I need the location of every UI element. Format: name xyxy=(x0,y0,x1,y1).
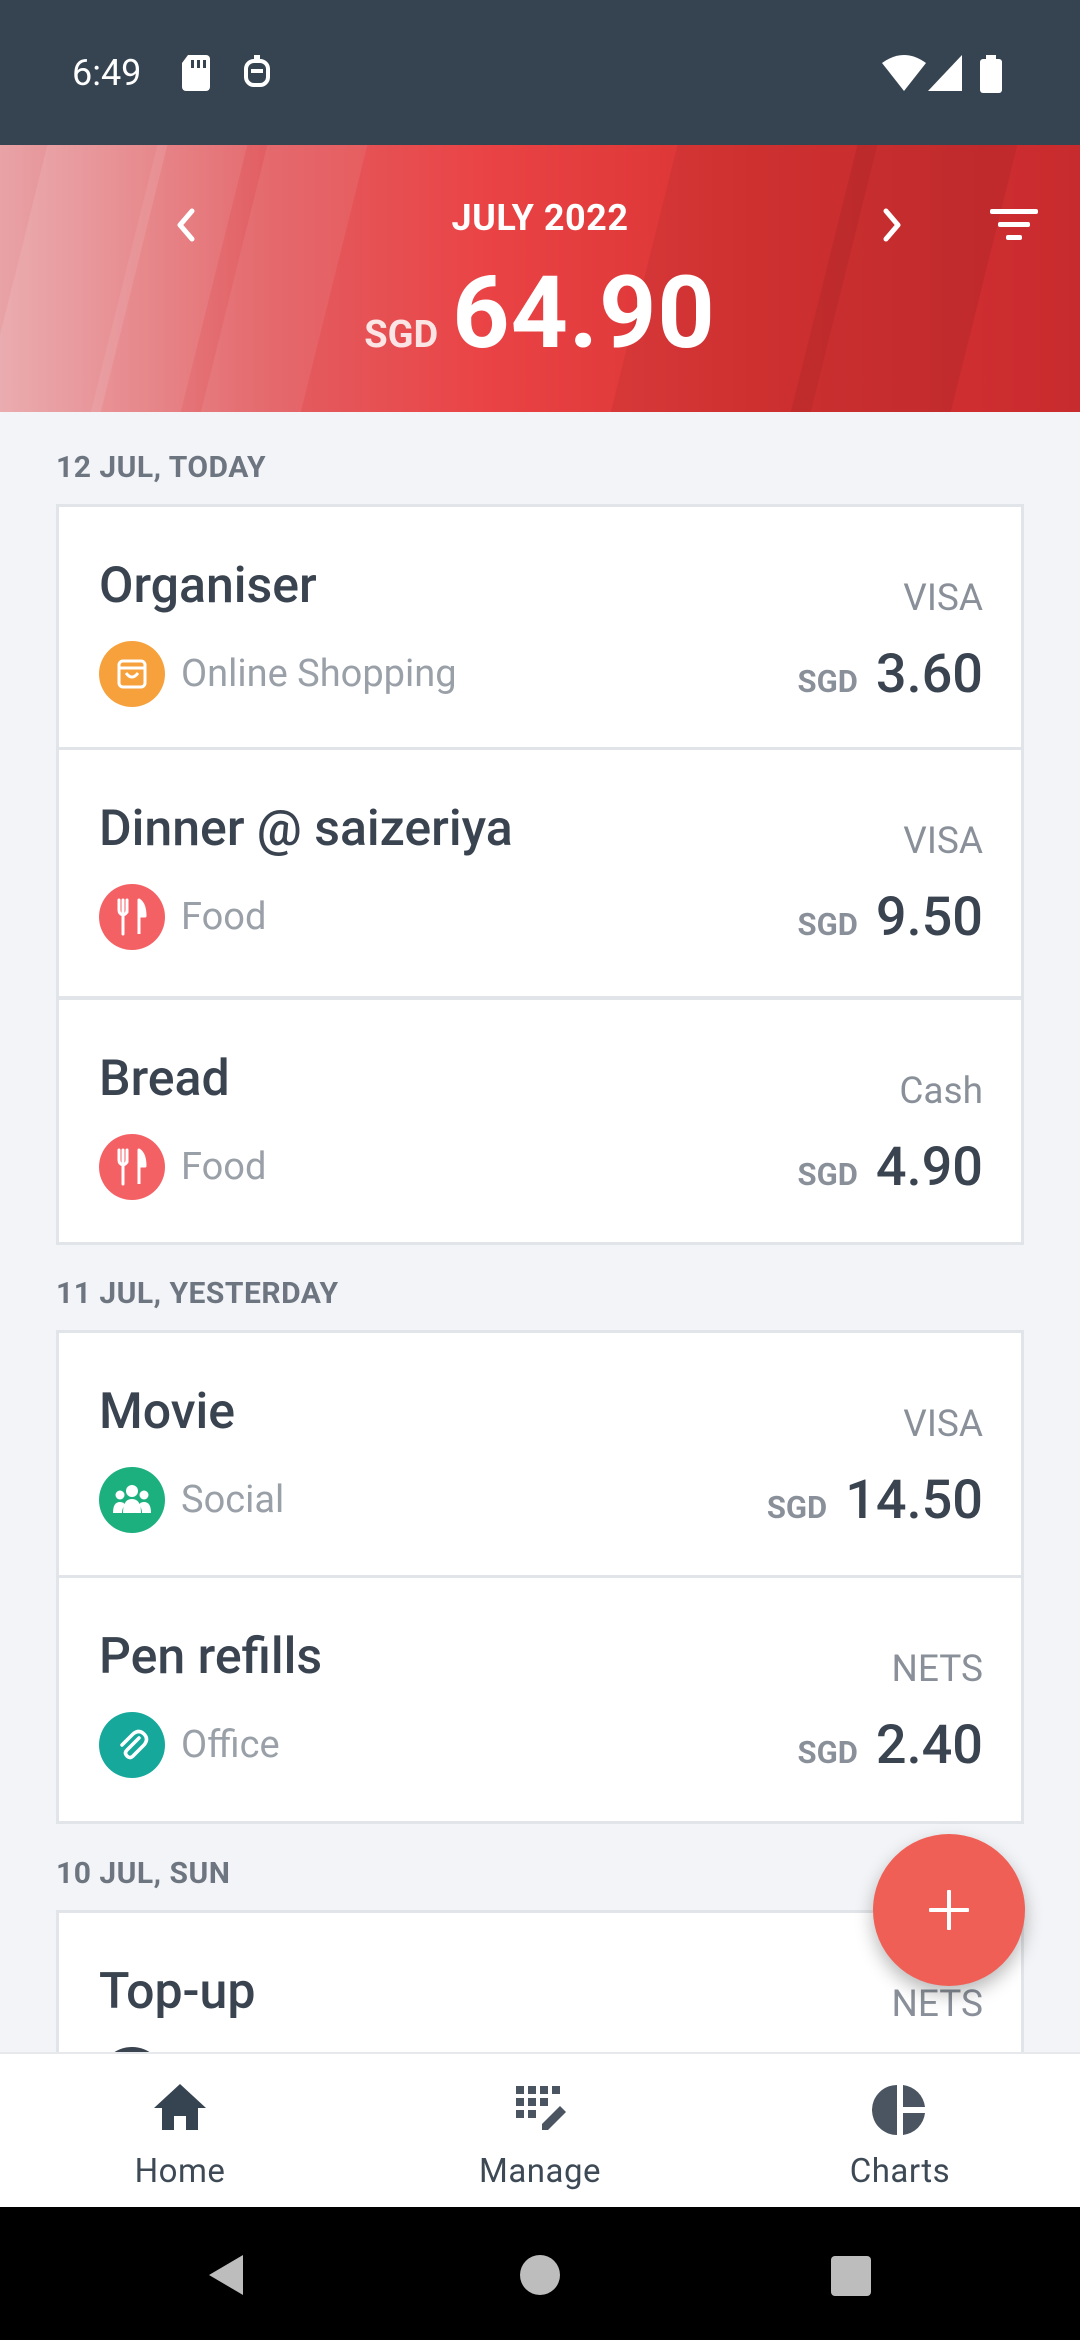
transaction-category: Food xyxy=(99,1134,266,1200)
utensils-icon xyxy=(99,884,165,950)
plus-icon xyxy=(929,1890,969,1930)
transaction-account: VISA xyxy=(903,1403,983,1446)
transaction-title: Organiser xyxy=(99,557,317,615)
amount-value: 9.50 xyxy=(875,886,983,949)
transaction-account: NETS xyxy=(891,1983,983,2026)
transaction-account: VISA xyxy=(903,577,983,620)
amount-value: 3.60 xyxy=(875,643,983,706)
nav-home-label: Home xyxy=(134,2152,226,2191)
month-total: SGD 64.90 xyxy=(0,255,1080,372)
date-group-label: 12 JUL, TODAY xyxy=(56,450,267,485)
category-label: Food xyxy=(181,895,267,939)
utensils-icon xyxy=(99,1134,165,1200)
amount-currency: SGD xyxy=(766,1489,828,1526)
transaction-amount: SGD 4.90 xyxy=(798,1136,983,1199)
transaction-account: NETS xyxy=(891,1648,983,1691)
transaction-category: Social xyxy=(99,1467,284,1533)
transaction-category: Food xyxy=(99,884,266,950)
amount-value: 2.40 xyxy=(875,1714,983,1777)
next-month-button[interactable] xyxy=(862,195,922,255)
transaction-list[interactable]: 12 JUL, TODAY Organiser VISA Online Shop… xyxy=(0,412,1080,2052)
transaction-amount: SGD 2.40 xyxy=(798,1714,983,1777)
amount-value: 14.50 xyxy=(845,1469,983,1532)
amount-currency: SGD xyxy=(797,906,858,943)
transaction-card[interactable]: Movie VISA Social SGD 14.50 xyxy=(56,1330,1024,1578)
status-time: 6:49 xyxy=(72,52,142,94)
month-header: JULY 2022 SGD 64.90 xyxy=(0,145,1080,412)
recents-icon[interactable] xyxy=(830,2255,872,2297)
amount-currency: SGD xyxy=(797,1734,858,1771)
total-currency: SGD xyxy=(364,313,439,357)
transaction-card[interactable]: Pen refills NETS Office SGD 2.40 xyxy=(56,1575,1024,1824)
transaction-title: Top-up xyxy=(99,1963,256,2021)
transaction-amount: SGD 3.60 xyxy=(798,643,983,706)
system-navigation-bar xyxy=(0,2207,1080,2340)
home-circle-icon[interactable] xyxy=(518,2253,562,2297)
paperclip-icon xyxy=(99,1712,165,1778)
status-bar: 6:49 xyxy=(0,0,1080,145)
amount-currency: SGD xyxy=(797,663,858,700)
battery-icon xyxy=(980,55,1002,93)
category-label: Food xyxy=(181,1145,267,1189)
category-label: Online Shopping xyxy=(181,652,457,696)
transaction-category: Online Shopping xyxy=(99,641,457,707)
manage-icon xyxy=(516,2086,566,2130)
date-group-label: 10 JUL, SUN xyxy=(56,1856,231,1891)
notification-icon xyxy=(244,55,270,87)
transaction-card[interactable]: Bread Cash Food SGD 4.90 xyxy=(56,997,1024,1245)
home-icon xyxy=(154,2084,206,2130)
nav-charts-label: Charts xyxy=(849,2152,951,2191)
total-amount: 64.90 xyxy=(452,255,716,372)
transaction-category: Office xyxy=(99,1712,280,1778)
transaction-amount: SGD 14.50 xyxy=(767,1469,983,1532)
wifi-icon xyxy=(882,55,926,91)
transaction-title: Movie xyxy=(99,1383,236,1441)
transaction-account: Cash xyxy=(899,1070,983,1113)
nav-manage-label: Manage xyxy=(479,2152,601,2191)
category-label: Office xyxy=(181,1723,280,1767)
bottom-navigation: Home Manage Charts xyxy=(0,2052,1080,2209)
transaction-card[interactable]: Organiser VISA Online Shopping SGD 3.60 xyxy=(56,504,1024,750)
people-icon xyxy=(99,1467,165,1533)
signal-icon xyxy=(928,55,962,91)
sd-card-icon xyxy=(182,55,210,91)
transaction-title: Pen refills xyxy=(99,1628,323,1686)
transaction-card[interactable]: Dinner @ saizeriya VISA Food SGD 9.50 xyxy=(56,750,1024,999)
amount-currency: SGD xyxy=(797,1156,858,1193)
transaction-amount: SGD 9.50 xyxy=(798,886,983,949)
transaction-account: VISA xyxy=(903,820,983,863)
chevron-right-icon xyxy=(883,208,901,242)
amount-value: 4.90 xyxy=(875,1136,983,1199)
nav-charts[interactable]: Charts xyxy=(720,2054,1080,2209)
nav-manage[interactable]: Manage xyxy=(360,2054,720,2209)
date-group-label: 11 JUL, YESTERDAY xyxy=(56,1276,339,1311)
nav-home[interactable]: Home xyxy=(0,2054,360,2209)
back-icon[interactable] xyxy=(205,2253,247,2297)
pie-chart-icon xyxy=(872,2085,925,2135)
category-label: Social xyxy=(181,1478,285,1522)
add-transaction-button[interactable] xyxy=(873,1834,1025,1986)
filter-button[interactable] xyxy=(984,195,1044,255)
transaction-title: Dinner @ saizeriya xyxy=(99,800,513,858)
transaction-title: Bread xyxy=(99,1050,230,1108)
filter-icon xyxy=(990,209,1038,240)
shopping-bag-icon xyxy=(99,641,165,707)
